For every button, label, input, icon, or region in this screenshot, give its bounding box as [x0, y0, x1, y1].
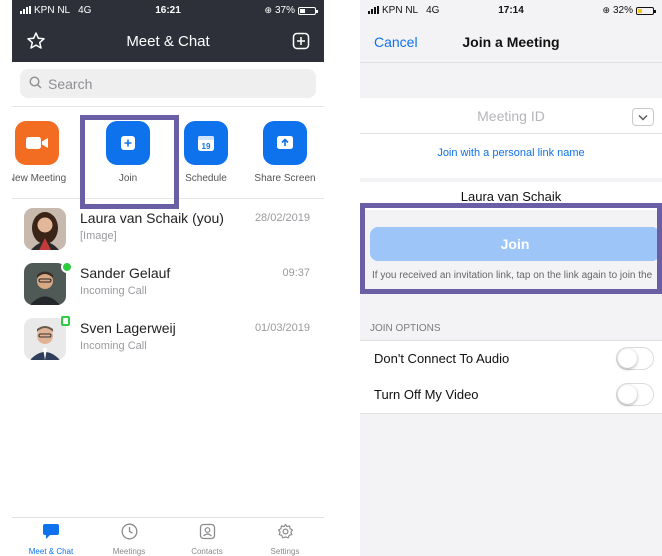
avatar	[24, 263, 66, 305]
action-label: New Meeting	[12, 173, 67, 184]
new-meeting-button[interactable]: New Meeting	[12, 121, 72, 184]
divider	[12, 106, 324, 107]
display-name-value: Laura van Schaik	[460, 189, 562, 204]
option-label: Don't Connect To Audio	[374, 351, 510, 366]
meeting-id-input[interactable]: Meeting ID	[360, 108, 662, 124]
upload-arrow-icon	[263, 121, 307, 165]
option-no-audio-row: Don't Connect To Audio	[360, 340, 662, 378]
video-camera-icon	[15, 121, 59, 165]
tab-bar: Meet & Chat Meetings Contacts Settings	[12, 517, 324, 556]
join-meeting-screen: KPN NL 4G 17:14 ⊕ 32% Cancel Join a Meeti…	[360, 0, 662, 556]
status-bar: KPN NL 4G 17:14 ⊕ 32%	[360, 0, 662, 22]
join-highlight	[80, 115, 179, 209]
location-icon: ⊕	[264, 5, 272, 15]
plus-square-icon[interactable]	[292, 32, 310, 55]
status-bar: KPN NL 4G 16:21 ⊕ 37%	[12, 0, 324, 22]
search-icon	[29, 75, 42, 92]
away-status-icon	[61, 316, 70, 326]
meet-chat-screen: KPN NL 4G 16:21 ⊕ 37% Meet & Chat Search …	[12, 0, 324, 556]
gear-icon	[277, 523, 294, 544]
calendar-day: 19	[202, 142, 211, 151]
battery-status: ⊕ 32%	[602, 5, 656, 16]
personal-link-name-link[interactable]: Join with a personal link name	[360, 147, 662, 159]
tab-label: Settings	[270, 547, 300, 556]
option-video-off-row: Turn Off My Video	[360, 377, 662, 414]
no-audio-toggle[interactable]	[616, 347, 654, 370]
schedule-button[interactable]: 19 Schedule	[171, 121, 241, 184]
chat-subtitle: Incoming Call	[80, 285, 147, 297]
search-input[interactable]: Search	[20, 69, 316, 98]
location-icon: ⊕	[602, 5, 610, 15]
tab-settings[interactable]: Settings	[246, 518, 324, 556]
share-screen-button[interactable]: Share Screen	[250, 121, 320, 184]
battery-status: ⊕ 37%	[264, 5, 318, 16]
battery-icon	[636, 6, 656, 15]
header-bar: Cancel Join a Meeting	[360, 22, 662, 63]
clock-icon	[121, 523, 138, 544]
chat-name: Laura van Schaik (you)	[80, 210, 224, 226]
search-placeholder: Search	[48, 75, 93, 92]
tab-label: Contacts	[191, 547, 223, 556]
join-options-header: JOIN OPTIONS	[370, 323, 441, 334]
page-title: Meet & Chat	[126, 33, 210, 50]
chat-item[interactable]: Sander Gelauf Incoming Call 09:37	[12, 260, 324, 315]
chat-subtitle: [Image]	[80, 230, 117, 242]
tab-contacts[interactable]: Contacts	[168, 518, 246, 556]
header-bar: Meet & Chat	[12, 22, 324, 62]
toggle-knob	[618, 385, 637, 404]
toggle-knob	[618, 349, 637, 368]
chat-item[interactable]: Sven Lagerweij Incoming Call 01/03/2019	[12, 315, 324, 370]
calendar-icon: 19	[184, 121, 228, 165]
chat-name: Sven Lagerweij	[80, 320, 176, 336]
battery-percent: 37%	[274, 5, 295, 16]
tab-meet-chat[interactable]: Meet & Chat	[12, 518, 90, 556]
tab-label: Meet & Chat	[28, 547, 74, 556]
tab-label: Meetings	[112, 547, 146, 556]
action-label: Share Screen	[254, 173, 316, 184]
chevron-down-icon[interactable]	[632, 108, 654, 126]
page-title: Join a Meeting	[462, 34, 560, 50]
chat-subtitle: Incoming Call	[80, 340, 147, 352]
online-status-icon	[61, 261, 73, 273]
divider	[360, 133, 662, 134]
battery-percent: 32%	[612, 5, 633, 16]
action-label: Schedule	[185, 173, 227, 184]
join-highlight	[360, 203, 662, 294]
avatar	[24, 208, 66, 250]
chat-name: Sander Gelauf	[80, 265, 171, 281]
avatar	[24, 318, 66, 360]
chat-item[interactable]: Laura van Schaik (you) [Image] 28/02/201…	[12, 205, 324, 260]
contact-card-icon	[199, 523, 216, 544]
battery-icon	[298, 6, 318, 15]
chat-bubble-icon	[42, 524, 60, 544]
option-label: Turn Off My Video	[374, 387, 479, 402]
video-off-toggle[interactable]	[616, 383, 654, 406]
chat-date: 09:37	[282, 267, 310, 279]
chat-date: 01/03/2019	[254, 322, 310, 334]
chat-date: 28/02/2019	[254, 212, 310, 224]
tab-meetings[interactable]: Meetings	[90, 518, 168, 556]
